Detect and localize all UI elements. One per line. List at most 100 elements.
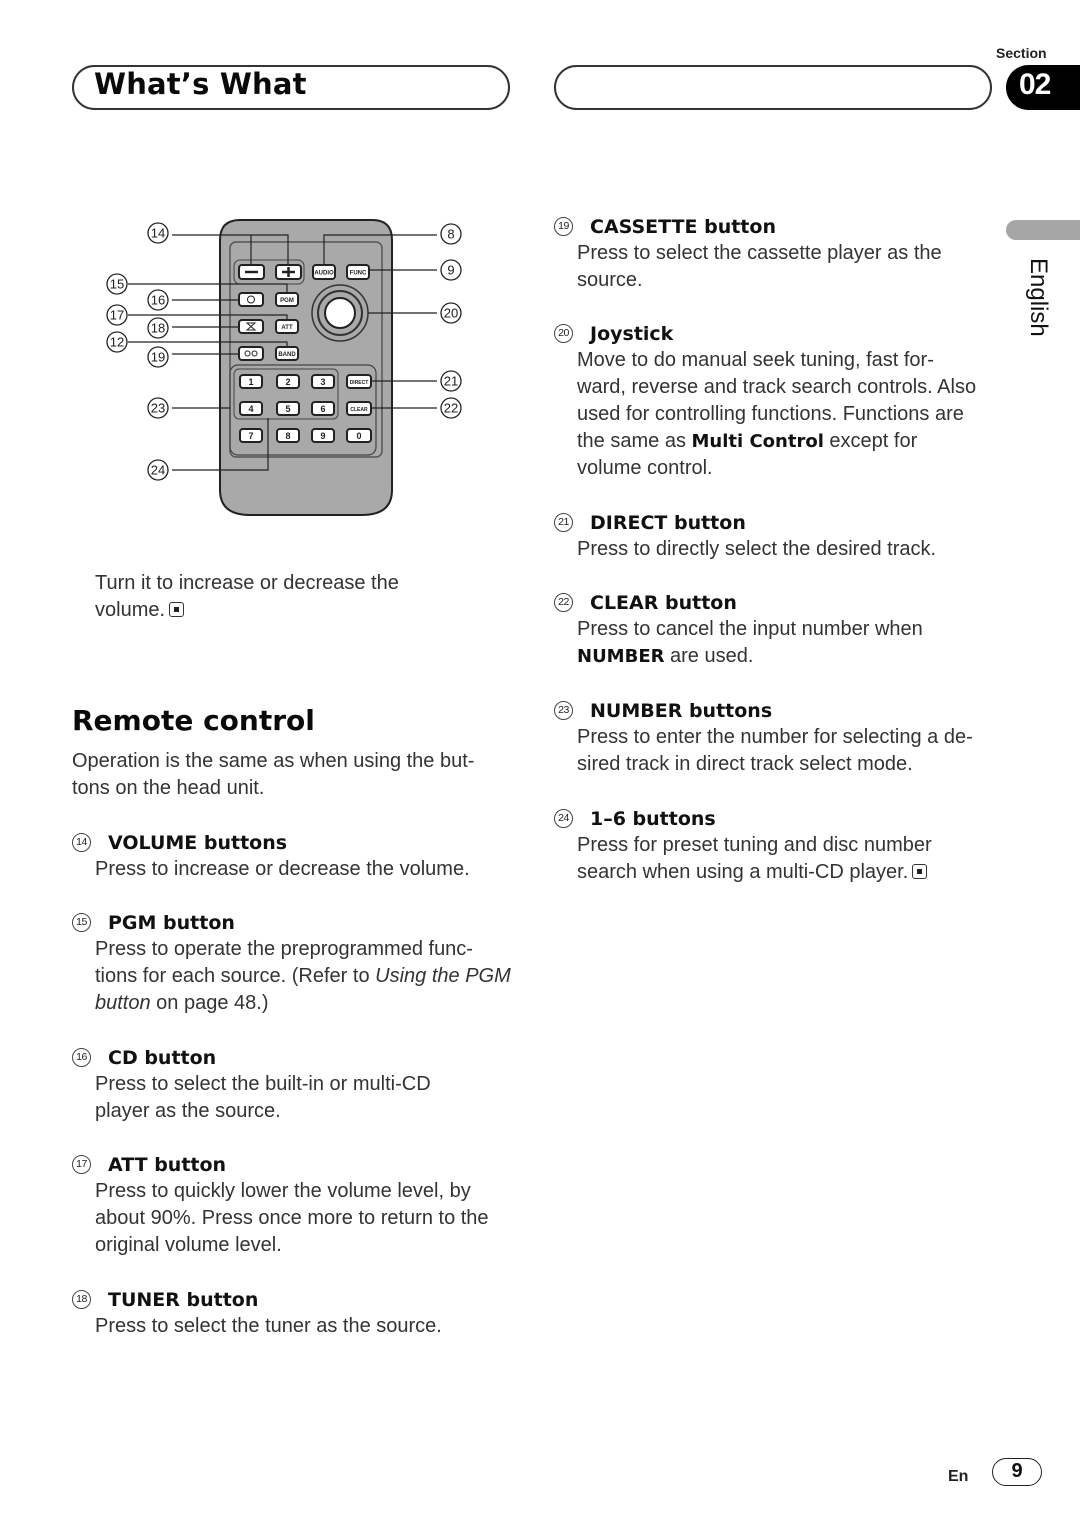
number-button-2: 2 <box>276 374 300 389</box>
entry-description: Press to cancel the input number when NU… <box>577 618 923 667</box>
item-number-badge: 18 <box>72 1290 91 1309</box>
entry-title: CLEAR button <box>590 591 737 614</box>
callout-22: 22 <box>440 397 462 419</box>
entry-description: Press for preset tuning and disc number … <box>577 834 932 883</box>
entry-direct-button: 21 DIRECT button Press to directly select… <box>554 509 984 563</box>
svg-text:14: 14 <box>151 226 165 241</box>
entry-volume-buttons: 14 VOLUME buttons Press to increase or de… <box>72 829 512 883</box>
entry-description: Press to quickly lower the volume level,… <box>95 1180 489 1256</box>
end-of-section-icon <box>912 864 928 879</box>
entry-description: Press to enter the number for selecting … <box>577 726 973 775</box>
svg-text:17: 17 <box>110 308 124 323</box>
callout-15: 15 <box>106 273 128 295</box>
direct-button: DIRECT <box>346 374 372 389</box>
entry-title: 1–6 buttons <box>590 807 716 830</box>
audio-button: AUDIO <box>312 264 336 280</box>
svg-text:5: 5 <box>285 404 290 414</box>
entry-title: DIRECT button <box>590 511 746 534</box>
entry-clear-button: 22 CLEAR button Press to cancel the input… <box>554 589 984 670</box>
item-number-badge: 15 <box>72 913 91 932</box>
callout-12: 12 <box>106 331 128 353</box>
svg-text:19: 19 <box>151 350 165 365</box>
callout-18: 18 <box>147 317 169 339</box>
remote-control-heading: Remote control <box>72 704 315 737</box>
number-button-3: 3 <box>311 374 335 389</box>
entry-1-6-buttons: 24 1–6 buttons Press for preset tuning an… <box>554 805 984 886</box>
entry-description: Press to select the cassette player as t… <box>577 242 942 291</box>
callout-23: 23 <box>147 397 169 419</box>
svg-text:8: 8 <box>447 227 454 242</box>
number-button-9: 9 <box>311 428 335 443</box>
svg-text:ATT: ATT <box>281 325 293 331</box>
entry-number-buttons: 23 NUMBER buttons Press to enter the numb… <box>554 697 994 778</box>
att-button: ATT <box>275 319 299 334</box>
svg-text:18: 18 <box>151 321 165 336</box>
callout-17: 17 <box>106 304 128 326</box>
pgm-button: PGM <box>275 292 299 307</box>
remote-control-intro: Operation is the same as when using the … <box>72 750 475 799</box>
entry-title: Joystick <box>590 322 674 345</box>
svg-text:1: 1 <box>248 377 253 387</box>
svg-text:CLEAR: CLEAR <box>350 407 368 413</box>
entry-description: Press to select the tuner as the source. <box>95 1315 442 1337</box>
svg-text:AUDIO: AUDIO <box>314 271 334 277</box>
tuner-button <box>238 319 264 334</box>
language-tab <box>1006 220 1080 240</box>
entry-title: PGM button <box>108 911 235 934</box>
callout-8: 8 <box>440 223 462 245</box>
entry-tuner-button: 18 TUNER button Press to select the tuner… <box>72 1286 512 1340</box>
clear-button: CLEAR <box>346 401 372 416</box>
entry-title: VOLUME buttons <box>108 831 288 854</box>
item-number-badge: 16 <box>72 1048 91 1067</box>
band-button: BAND <box>275 346 299 361</box>
svg-text:21: 21 <box>444 374 458 389</box>
volume-plus-button <box>275 264 302 280</box>
remote-control-diagram: AUDIO FUNC PGM ATT BAND 1 2 3 DIRECT 4 5… <box>106 219 462 516</box>
entry-description: Press to operate the preprogrammed func-… <box>95 938 511 1014</box>
item-number-badge: 19 <box>554 217 573 236</box>
entry-description: Press to select the built-in or multi-CD… <box>95 1073 431 1122</box>
cd-button <box>238 292 264 307</box>
number-button-1: 1 <box>239 374 263 389</box>
svg-text:16: 16 <box>151 293 165 308</box>
entry-pgm-button: 15 PGM button Press to operate the prepro… <box>72 909 512 1017</box>
svg-text:22: 22 <box>444 401 458 416</box>
svg-text:6: 6 <box>320 404 325 414</box>
item-number-badge: 24 <box>554 809 573 828</box>
svg-text:8: 8 <box>285 431 290 441</box>
number-button-4: 4 <box>239 401 263 416</box>
entry-joystick: 20 Joystick Move to do manual seek tuning… <box>554 320 984 482</box>
entry-title: ATT button <box>108 1153 227 1176</box>
header-blank-frame <box>554 65 992 110</box>
page-number: 9 <box>992 1458 1042 1486</box>
svg-text:PGM: PGM <box>280 298 294 304</box>
svg-text:7: 7 <box>248 431 253 441</box>
end-of-section-icon <box>169 602 185 617</box>
svg-text:12: 12 <box>110 335 124 350</box>
entry-title: CD button <box>108 1046 217 1069</box>
item-number-badge: 20 <box>554 324 573 343</box>
callout-24: 24 <box>147 459 169 481</box>
footer-language-code: En <box>948 1468 969 1485</box>
entry-description: Press to increase or decrease the volume… <box>95 858 470 880</box>
entry-cd-button: 16 CD button Press to select the built-in… <box>72 1044 512 1125</box>
item-number-badge: 17 <box>72 1155 91 1174</box>
entry-title: NUMBER buttons <box>590 699 773 722</box>
svg-text:FUNC: FUNC <box>350 271 367 277</box>
entry-description: Move to do manual seek tuning, fast for-… <box>577 349 977 479</box>
item-number-badge: 14 <box>72 833 91 852</box>
svg-text:9: 9 <box>447 263 454 278</box>
svg-text:9: 9 <box>320 431 325 441</box>
entry-att-button: 17 ATT button Press to quickly lower the … <box>72 1151 512 1259</box>
svg-text:2: 2 <box>285 377 290 387</box>
callout-16: 16 <box>147 289 169 311</box>
language-label: English <box>1025 258 1052 337</box>
volume-continuation-text: Turn it to increase or decrease the volu… <box>95 572 399 621</box>
svg-text:20: 20 <box>444 306 458 321</box>
callout-14: 14 <box>147 222 169 244</box>
svg-text:23: 23 <box>151 401 165 416</box>
number-button-7: 7 <box>239 428 263 443</box>
number-button-5: 5 <box>276 401 300 416</box>
joystick-knob <box>324 297 356 329</box>
section-number: 02 <box>1019 68 1051 101</box>
